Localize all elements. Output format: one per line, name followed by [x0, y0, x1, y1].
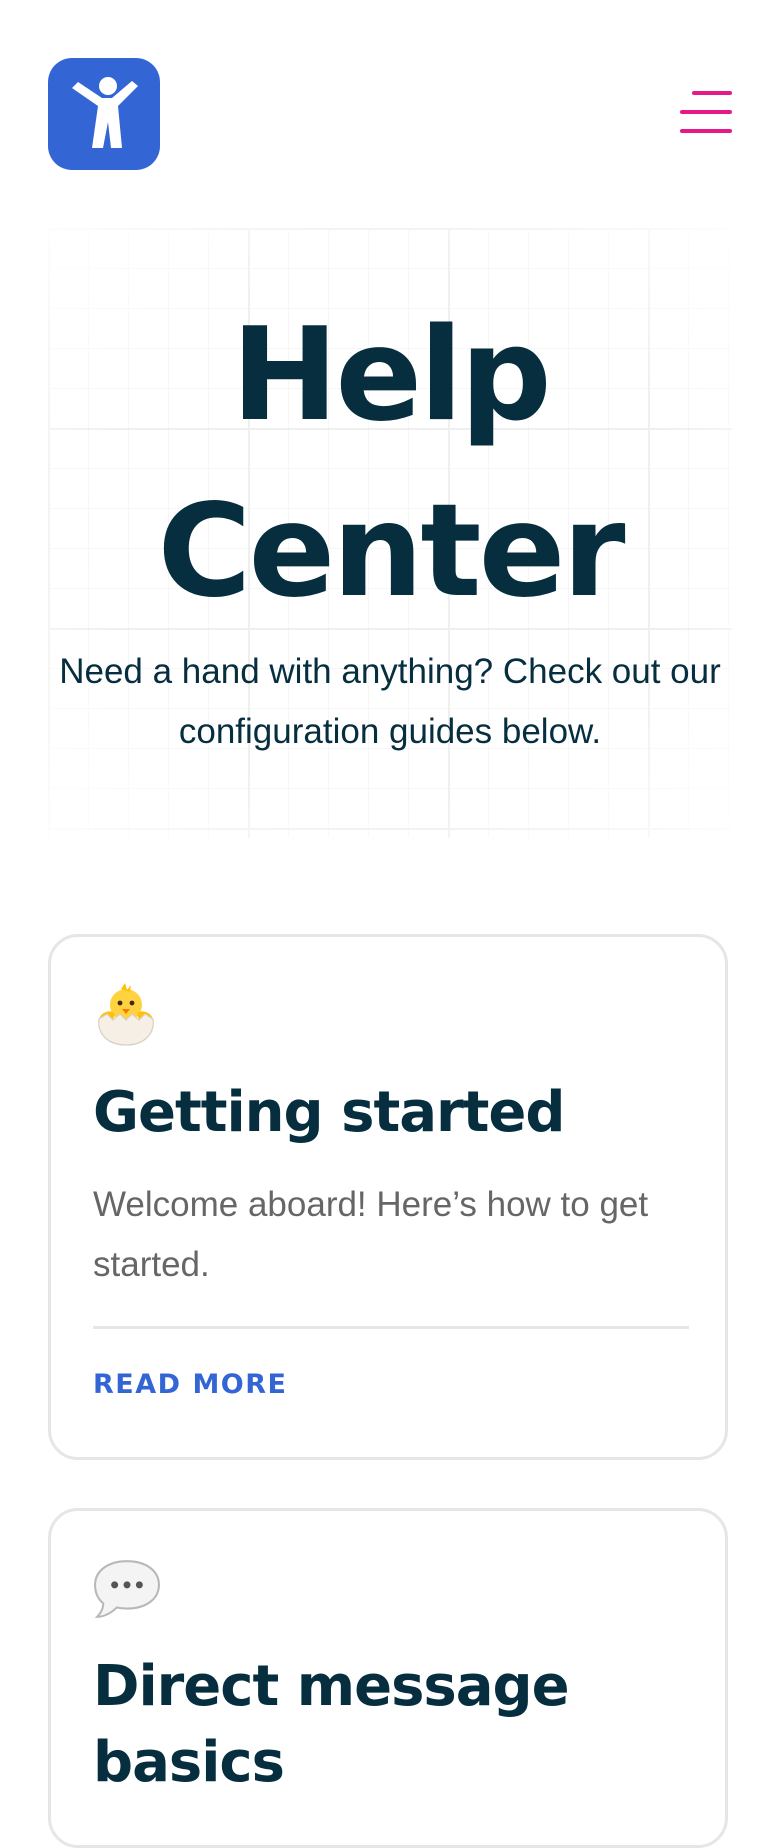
accessibility-person-icon	[72, 77, 138, 148]
menu-button[interactable]	[680, 90, 732, 134]
card-title: Getting started	[93, 1080, 565, 1145]
card-title: Direct message basics	[93, 1654, 570, 1795]
hatching-chick-icon	[98, 983, 154, 1046]
read-more-link[interactable]: READ MORE	[93, 1369, 288, 1400]
card-divider	[93, 1326, 689, 1329]
hero-section: Help Center Need a hand with anything? C…	[48, 228, 732, 838]
page-title: Help Center	[157, 301, 626, 626]
site-header	[0, 0, 780, 200]
hamburger-menu-icon	[680, 91, 732, 133]
page-subtitle: Need a hand with anything? Check out our…	[59, 652, 721, 751]
guide-card-getting-started[interactable]: Getting started Welcome aboard! Here’s h…	[48, 934, 728, 1460]
card-description: Welcome aboard! Here’s how to get starte…	[93, 1185, 649, 1284]
guide-card-direct-message-basics[interactable]: Direct message basics	[48, 1508, 728, 1848]
site-logo[interactable]	[48, 58, 160, 170]
speech-balloon-icon	[94, 1560, 160, 1618]
